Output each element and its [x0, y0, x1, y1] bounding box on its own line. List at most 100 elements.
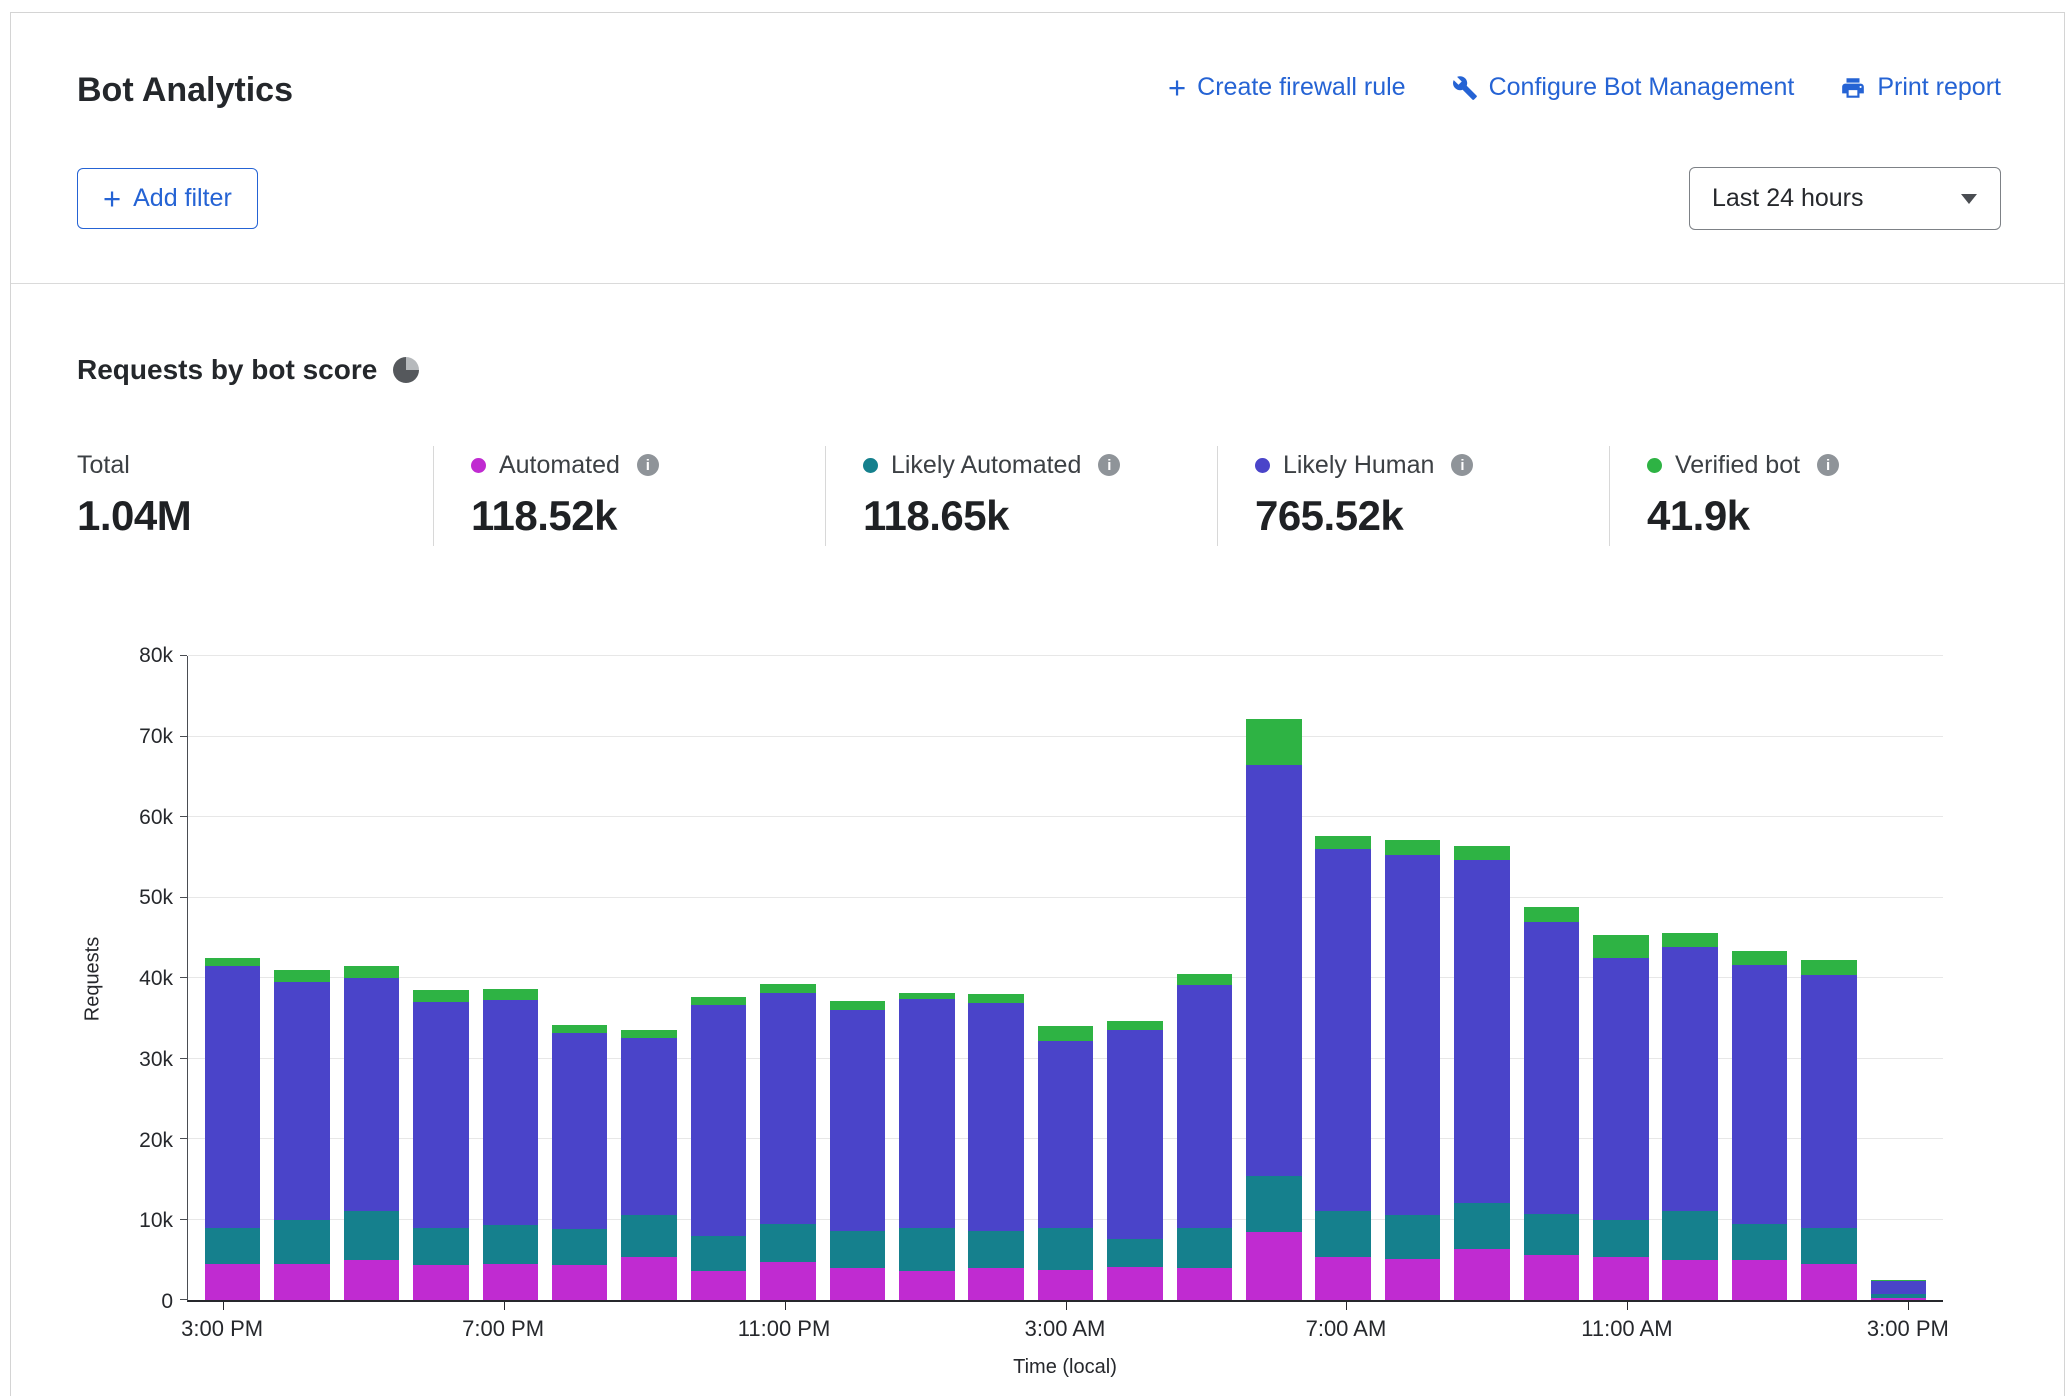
create-firewall-rule-label: Create firewall rule — [1197, 73, 1405, 102]
y-tick-mark — [180, 816, 187, 817]
stacked-bar-15[interactable] — [1246, 656, 1302, 1300]
bar-segment — [968, 1003, 1024, 1231]
bar-segment — [899, 1228, 955, 1271]
stacked-bar-13[interactable] — [1107, 656, 1163, 1300]
bar-segment — [1385, 840, 1441, 855]
x-tick-mark — [785, 1302, 786, 1310]
bar-segment — [1315, 1257, 1371, 1300]
info-icon[interactable]: i — [1451, 454, 1473, 476]
bar-segment — [552, 1025, 608, 1033]
y-tick-label: 30k — [139, 1048, 173, 1072]
stacked-bar-20[interactable] — [1593, 656, 1649, 1300]
x-tick-mark — [1066, 1302, 1067, 1310]
bar-segment — [1038, 1270, 1094, 1300]
stats-row: Total 1.04M Automated i 118.52k Likely A… — [77, 446, 2001, 546]
stacked-bar-14[interactable] — [1177, 656, 1233, 1300]
stacked-bar-16[interactable] — [1315, 656, 1371, 1300]
bar-segment — [830, 1231, 886, 1268]
bar-segment — [1107, 1267, 1163, 1300]
stat-likely-human: Likely Human i 765.52k — [1217, 446, 1609, 546]
bar-segment — [691, 1236, 747, 1271]
y-tick-mark — [180, 1058, 187, 1059]
stacked-bar-2[interactable] — [344, 656, 400, 1300]
bar-segment — [483, 1264, 539, 1300]
stacked-bar-4[interactable] — [483, 656, 539, 1300]
add-filter-label: Add filter — [133, 184, 232, 213]
bar-segment — [1593, 935, 1649, 958]
stacked-bar-22[interactable] — [1732, 656, 1788, 1300]
bar-slot — [1656, 656, 1725, 1300]
bar-segment — [830, 1001, 886, 1011]
stacked-bar-17[interactable] — [1385, 656, 1441, 1300]
bar-segment — [691, 1271, 747, 1300]
stacked-bar-19[interactable] — [1524, 656, 1580, 1300]
stacked-bar-6[interactable] — [621, 656, 677, 1300]
y-tick-label: 0 — [161, 1290, 173, 1314]
x-tick-label: 3:00 PM — [181, 1316, 263, 1342]
x-tick-mark — [1627, 1302, 1628, 1310]
likely-automated-label: Likely Automated — [891, 451, 1081, 480]
stacked-bar-8[interactable] — [760, 656, 816, 1300]
configure-bot-management-link[interactable]: Configure Bot Management — [1452, 73, 1795, 102]
bar-segment — [413, 1228, 469, 1266]
bar-segment — [205, 958, 261, 966]
bar-segment — [968, 1268, 1024, 1300]
stacked-bar-7[interactable] — [691, 656, 747, 1300]
wrench-icon — [1452, 75, 1478, 101]
automated-dot — [471, 458, 486, 473]
bar-segment — [1524, 922, 1580, 1214]
stat-label-row: Likely Automated i — [863, 450, 1217, 480]
bar-segment — [760, 1262, 816, 1300]
stacked-bar-24[interactable] — [1871, 656, 1927, 1300]
stacked-bar-0[interactable] — [205, 656, 261, 1300]
bar-segment — [621, 1257, 677, 1300]
stacked-bar-21[interactable] — [1662, 656, 1718, 1300]
x-axis-ticks: 3:00 PM7:00 PM11:00 PM3:00 AM7:00 AM11:0… — [187, 1316, 1943, 1346]
bar-slot — [476, 656, 545, 1300]
add-filter-button[interactable]: + Add filter — [77, 168, 258, 229]
stacked-bar-12[interactable] — [1038, 656, 1094, 1300]
stacked-bar-11[interactable] — [968, 656, 1024, 1300]
bar-slot — [823, 656, 892, 1300]
time-range-select[interactable]: Last 24 hours — [1689, 167, 2001, 230]
create-firewall-rule-link[interactable]: + Create firewall rule — [1168, 73, 1406, 102]
bar-segment — [1662, 1260, 1718, 1300]
page-title: Bot Analytics — [77, 69, 293, 111]
automated-value: 118.52k — [471, 492, 825, 540]
bar-segment — [483, 989, 539, 1000]
info-icon[interactable]: i — [637, 454, 659, 476]
info-icon[interactable]: i — [1098, 454, 1120, 476]
stacked-bar-18[interactable] — [1454, 656, 1510, 1300]
bar-segment — [1315, 1211, 1371, 1256]
stacked-bar-9[interactable] — [830, 656, 886, 1300]
plus-icon: + — [103, 186, 121, 212]
stacked-bar-23[interactable] — [1801, 656, 1857, 1300]
bar-slot — [753, 656, 822, 1300]
stacked-bar-1[interactable] — [274, 656, 330, 1300]
stacked-bar-5[interactable] — [552, 656, 608, 1300]
bar-segment — [205, 1228, 261, 1264]
x-axis-label: Time (local) — [187, 1356, 1943, 1379]
bar-slot — [337, 656, 406, 1300]
x-tick-label: 3:00 PM — [1867, 1316, 1949, 1342]
bar-slot — [1725, 656, 1794, 1300]
bar-slot — [1309, 656, 1378, 1300]
bar-slot — [267, 656, 336, 1300]
bar-segment — [1454, 860, 1510, 1202]
bar-slot — [198, 656, 267, 1300]
total-label: Total — [77, 450, 433, 480]
stacked-bar-10[interactable] — [899, 656, 955, 1300]
stat-label-row: Likely Human i — [1255, 450, 1609, 480]
stat-verified-bot: Verified bot i 41.9k — [1609, 446, 2001, 546]
bar-segment — [1662, 1211, 1718, 1259]
bar-segment — [760, 993, 816, 1224]
stacked-bar-3[interactable] — [413, 656, 469, 1300]
bar-segment — [344, 978, 400, 1211]
stat-label-row: Verified bot i — [1647, 450, 2001, 480]
bar-segment — [760, 984, 816, 993]
info-icon[interactable]: i — [1817, 454, 1839, 476]
bar-slot — [545, 656, 614, 1300]
print-report-link[interactable]: Print report — [1840, 73, 2001, 102]
section-title-row: Requests by bot score — [77, 352, 2001, 388]
bar-segment — [1662, 933, 1718, 947]
